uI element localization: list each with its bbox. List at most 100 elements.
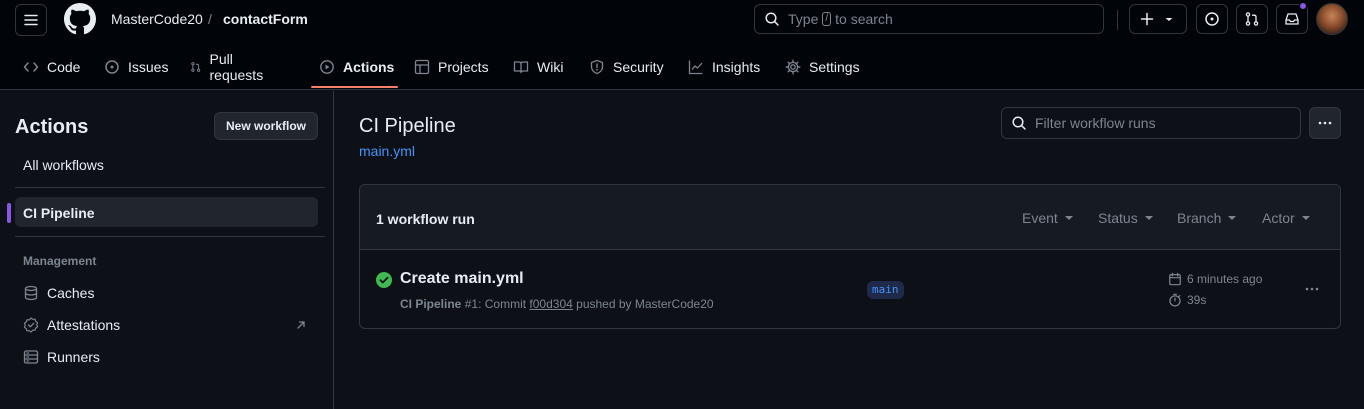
issue-icon — [1205, 12, 1219, 26]
breadcrumb-separator: / — [208, 11, 212, 27]
run-timestamp: 6 minutes ago — [1168, 272, 1262, 286]
search-shortcut-key: / — [822, 12, 832, 26]
search-prefix: Type — [788, 11, 819, 27]
tab-label: Issues — [128, 59, 169, 75]
header-divider — [1117, 10, 1118, 30]
check-circle-icon — [376, 272, 392, 288]
issues-button[interactable] — [1196, 4, 1228, 34]
tab-security[interactable]: Security — [589, 56, 664, 78]
run-title-link[interactable]: Create main.yml — [400, 270, 524, 288]
runs-list-header: 1 workflow run Event Status Branch Actor — [360, 185, 1340, 250]
tab-label: Pull requests — [209, 51, 264, 83]
caret-down-icon — [1228, 216, 1237, 220]
gear-icon — [785, 59, 801, 75]
sidebar-item-runners[interactable]: Runners — [23, 348, 100, 366]
issue-icon — [105, 60, 119, 74]
filter-status-dropdown[interactable]: Status — [1098, 210, 1153, 226]
breadcrumb-repo[interactable]: contactForm — [223, 10, 308, 28]
breadcrumb-owner[interactable]: MasterCode20 — [111, 10, 203, 28]
run-count: 1 workflow run — [376, 211, 475, 227]
graph-icon — [688, 60, 703, 75]
sidebar-title: Actions — [15, 116, 89, 138]
tab-label: Security — [613, 59, 664, 75]
search-icon — [1012, 116, 1026, 130]
sidebar-item-all-workflows[interactable]: All workflows — [23, 157, 104, 173]
notification-dot — [1299, 2, 1307, 10]
tab-wiki[interactable]: Wiki — [513, 56, 563, 78]
filter-label: Event — [1022, 210, 1058, 226]
actions-sidebar: Actions New workflow All workflows CI Pi… — [0, 91, 334, 409]
tab-actions[interactable]: Actions — [319, 56, 394, 78]
external-link-icon — [297, 321, 305, 329]
sidebar-item-caches[interactable]: Caches — [23, 284, 94, 302]
tab-label: Settings — [809, 59, 860, 75]
run-pushed-by: pushed by MasterCode20 — [576, 297, 714, 311]
search-icon — [765, 12, 779, 26]
filter-runs-input[interactable]: Filter workflow runs — [1001, 107, 1301, 139]
workflow-options-button[interactable] — [1309, 107, 1341, 139]
new-workflow-button[interactable]: New workflow — [214, 112, 318, 140]
tab-label: Wiki — [537, 59, 564, 75]
run-workflow-name: CI Pipeline — [400, 297, 462, 311]
create-new-button[interactable] — [1129, 4, 1187, 34]
book-icon — [513, 61, 529, 74]
filter-label: Actor — [1262, 210, 1295, 226]
menu-button[interactable] — [15, 4, 47, 36]
active-indicator — [7, 203, 11, 223]
caret-down-icon — [1144, 216, 1153, 220]
branch-tag[interactable]: main — [867, 281, 904, 299]
filter-placeholder: Filter workflow runs — [1035, 115, 1156, 131]
tab-label: Projects — [438, 59, 489, 75]
verified-icon — [23, 317, 39, 333]
run-commit-prefix: Commit — [484, 297, 527, 311]
run-meta: CI Pipeline #1: Commit f00d304 pushed by… — [400, 297, 714, 311]
tab-label: Insights — [712, 59, 761, 75]
commit-sha-link[interactable]: f00d304 — [529, 297, 572, 311]
tab-label: Code — [47, 59, 81, 75]
tab-issues[interactable]: Issues — [104, 56, 168, 78]
pull-request-icon — [191, 62, 201, 72]
tab-projects[interactable]: Projects — [414, 56, 489, 78]
filter-label: Status — [1098, 210, 1138, 226]
app-header: MasterCode20 / contactForm Type / to sea… — [0, 0, 1364, 90]
sidebar-divider — [15, 187, 325, 188]
global-search[interactable]: Type / to search — [754, 4, 1104, 34]
filter-label: Branch — [1177, 210, 1222, 226]
code-icon — [23, 62, 39, 72]
sidebar-item-label: Attestations — [47, 317, 121, 333]
caret-down-icon — [1064, 216, 1073, 220]
run-options-button[interactable] — [1300, 281, 1324, 297]
pull-request-icon — [1245, 12, 1259, 26]
calendar-icon — [1169, 272, 1181, 286]
workflow-runs-list: 1 workflow run Event Status Branch Actor… — [359, 184, 1341, 329]
sidebar-section-heading: Management — [23, 254, 97, 268]
tab-settings[interactable]: Settings — [785, 56, 860, 78]
workflow-file-link[interactable]: main.yml — [359, 143, 415, 159]
tab-code[interactable]: Code — [23, 56, 80, 78]
active-tab-indicator — [311, 86, 398, 88]
server-icon — [23, 350, 39, 364]
tab-label: Actions — [343, 59, 395, 75]
sidebar-item-label: Runners — [47, 349, 100, 365]
avatar[interactable] — [1316, 3, 1348, 35]
run-time-text: 6 minutes ago — [1187, 272, 1263, 286]
inbox-icon — [1285, 13, 1299, 25]
sidebar-item-label: Caches — [47, 285, 95, 301]
filter-actor-dropdown[interactable]: Actor — [1262, 210, 1310, 226]
chevron-down-icon — [1165, 18, 1173, 21]
run-duration: 39s — [1168, 293, 1206, 307]
github-logo-icon[interactable] — [64, 3, 96, 35]
filter-event-dropdown[interactable]: Event — [1022, 210, 1073, 226]
shield-icon — [590, 59, 604, 75]
kebab-horizontal-icon — [1305, 287, 1319, 291]
run-duration-text: 39s — [1187, 293, 1207, 307]
database-icon — [24, 285, 38, 301]
pull-requests-button[interactable] — [1236, 4, 1268, 34]
sidebar-item-attestations[interactable]: Attestations — [23, 316, 120, 334]
play-icon — [320, 60, 334, 74]
tab-insights[interactable]: Insights — [688, 56, 760, 78]
stopwatch-icon — [1169, 293, 1181, 307]
plus-icon — [1140, 12, 1154, 26]
tab-pull-requests[interactable]: Pull requests — [190, 51, 268, 83]
filter-branch-dropdown[interactable]: Branch — [1177, 210, 1237, 226]
